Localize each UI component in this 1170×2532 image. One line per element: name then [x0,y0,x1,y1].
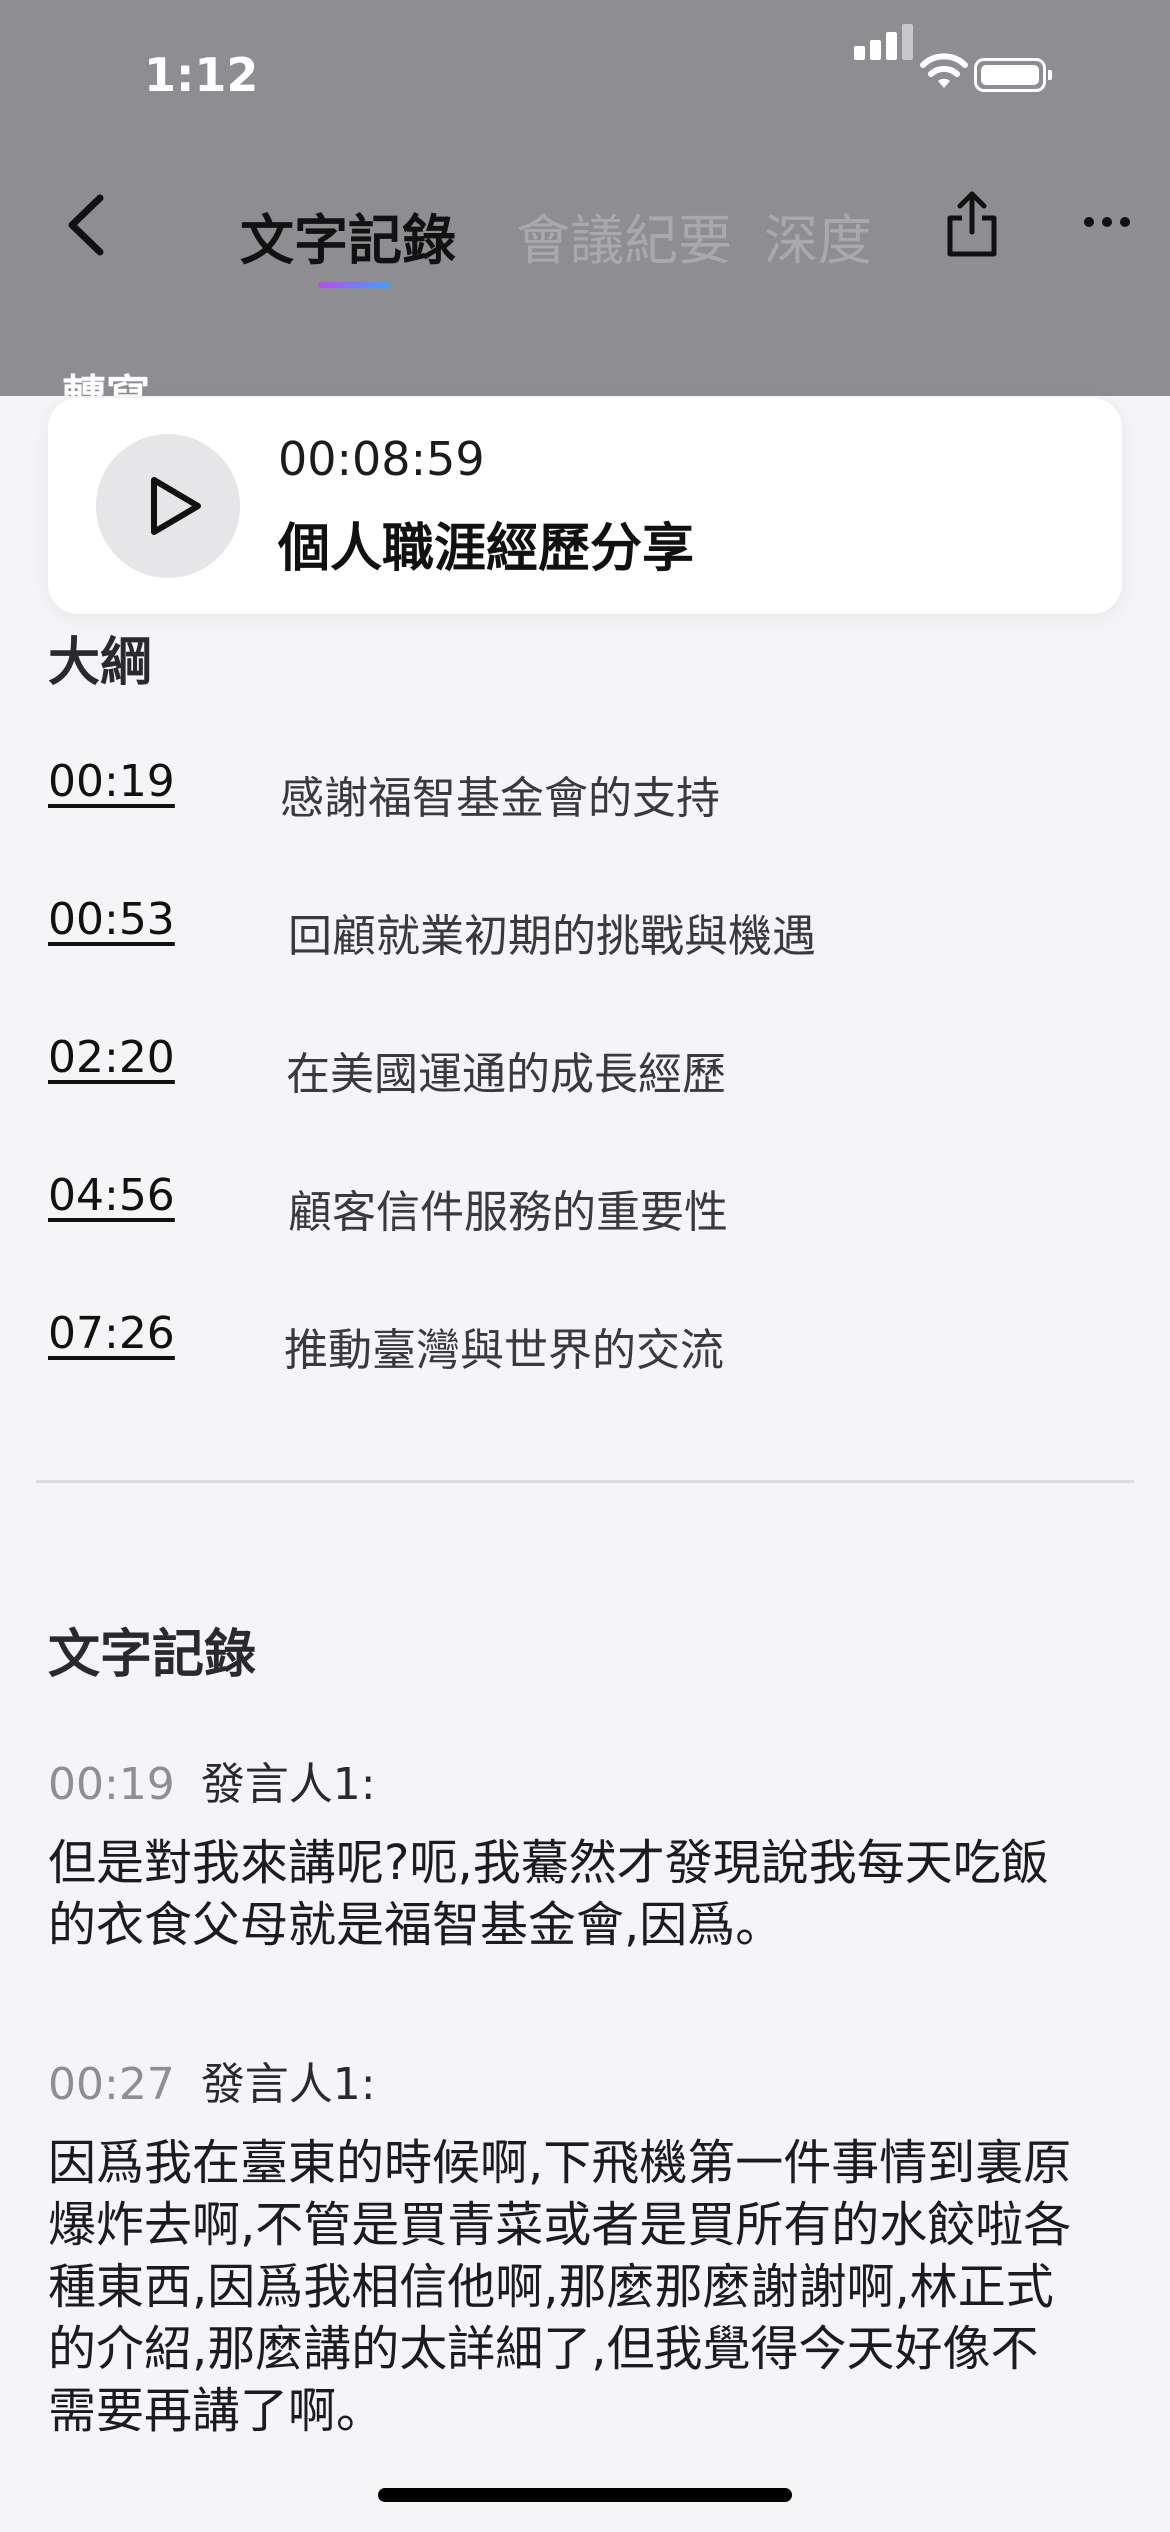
outline-item: 02:20 在美國運通的成長經歷 [48,1032,1108,1112]
transcript-line: 需要再講了啊。 [48,2383,385,2439]
tab-deep[interactable]: 深度 [764,196,884,275]
transcript-title: 文字記錄 [48,1625,257,1685]
player-card: 00:08:59 個人職涯經歷分享 [48,398,1122,614]
status-time: 1:12 [144,48,259,102]
outline-timestamp-link[interactable]: 07:26 [48,1308,175,1359]
peek-label: 轉寫 [62,360,150,396]
tab-indicator [318,282,390,288]
outline-item: 04:56 顧客信件服務的重要性 [48,1170,1108,1250]
transcript-line: 的介紹,那麼講的太詳細了,但我覺得今天好像不 [48,2321,1039,2377]
transcript-timestamp[interactable]: 00:27 [48,2059,175,2110]
transcript-entry-text: 因爲我在臺東的時候啊,下飛機第一件事情到裏原 爆炸去啊,不管是買青菜或者是買所有… [48,2132,1128,2442]
outline-title: 大綱 [48,633,153,693]
outline-item-text: 顧客信件服務的重要性 [288,1187,728,1238]
transcript-timestamp[interactable]: 00:19 [48,1759,175,1810]
speaker-label: 發言人1: [200,1759,376,1810]
outline-item-text: 推動臺灣與世界的交流 [284,1325,724,1376]
more-button[interactable] [1082,210,1132,234]
outline-timestamp-link[interactable]: 00:19 [48,756,175,807]
outline-item: 00:53 回顧就業初期的挑戰與機遇 [48,894,1108,974]
play-button[interactable] [96,434,240,578]
tab-transcript[interactable]: 文字記錄 [240,196,456,275]
player-title: 個人職涯經歷分享 [278,519,695,579]
transcript-entry-header: 00:19 發言人1: [48,1748,376,1812]
outline-item-text: 在美國運通的成長經歷 [286,1049,726,1100]
header: 1:12 文字記錄 會議紀要 深度 轉寫 [0,0,1170,396]
outline-item-text: 回顧就業初期的挑戰與機遇 [288,911,816,962]
outline-item: 07:26 推動臺灣與世界的交流 [48,1308,1108,1388]
player-time: 00:08:59 [278,432,485,486]
home-indicator [378,2488,792,2502]
wifi-icon [920,53,968,88]
transcript-line: 種東西,因爲我相信他啊,那麼那麼謝謝啊,林正式 [48,2259,1054,2315]
outline-item: 00:19 感謝福智基金會的支持 [48,756,1108,836]
share-button[interactable] [944,190,1000,260]
outline-timestamp-link[interactable]: 04:56 [48,1170,175,1221]
tab-meeting-notes[interactable]: 會議紀要 [516,196,732,275]
transcript-line: 但是對我來講呢?呃,我驀然才發現說我每天吃飯 [48,1835,1049,1891]
transcript-line: 因爲我在臺東的時候啊,下飛機第一件事情到裏原 [48,2135,1072,2191]
transcript-entry-header: 00:27 發言人1: [48,2048,376,2112]
outline-item-text: 感謝福智基金會的支持 [280,773,720,824]
outline-timestamp-link[interactable]: 00:53 [48,894,175,945]
outline-timestamp-link[interactable]: 02:20 [48,1032,175,1083]
transcript-line: 爆炸去啊,不管是買青菜或者是買所有的水餃啦各 [48,2197,1072,2253]
battery-icon [974,58,1052,92]
transcript-entry-text: 但是對我來講呢?呃,我驀然才發現說我每天吃飯 的衣食父母就是福智基金會,因爲。 [48,1832,1128,1956]
back-button[interactable] [58,190,118,260]
transcript-line: 的衣食父母就是福智基金會,因爲。 [48,1897,784,1953]
speaker-label: 發言人1: [200,2059,376,2110]
divider [36,1480,1134,1483]
play-icon [151,477,201,535]
